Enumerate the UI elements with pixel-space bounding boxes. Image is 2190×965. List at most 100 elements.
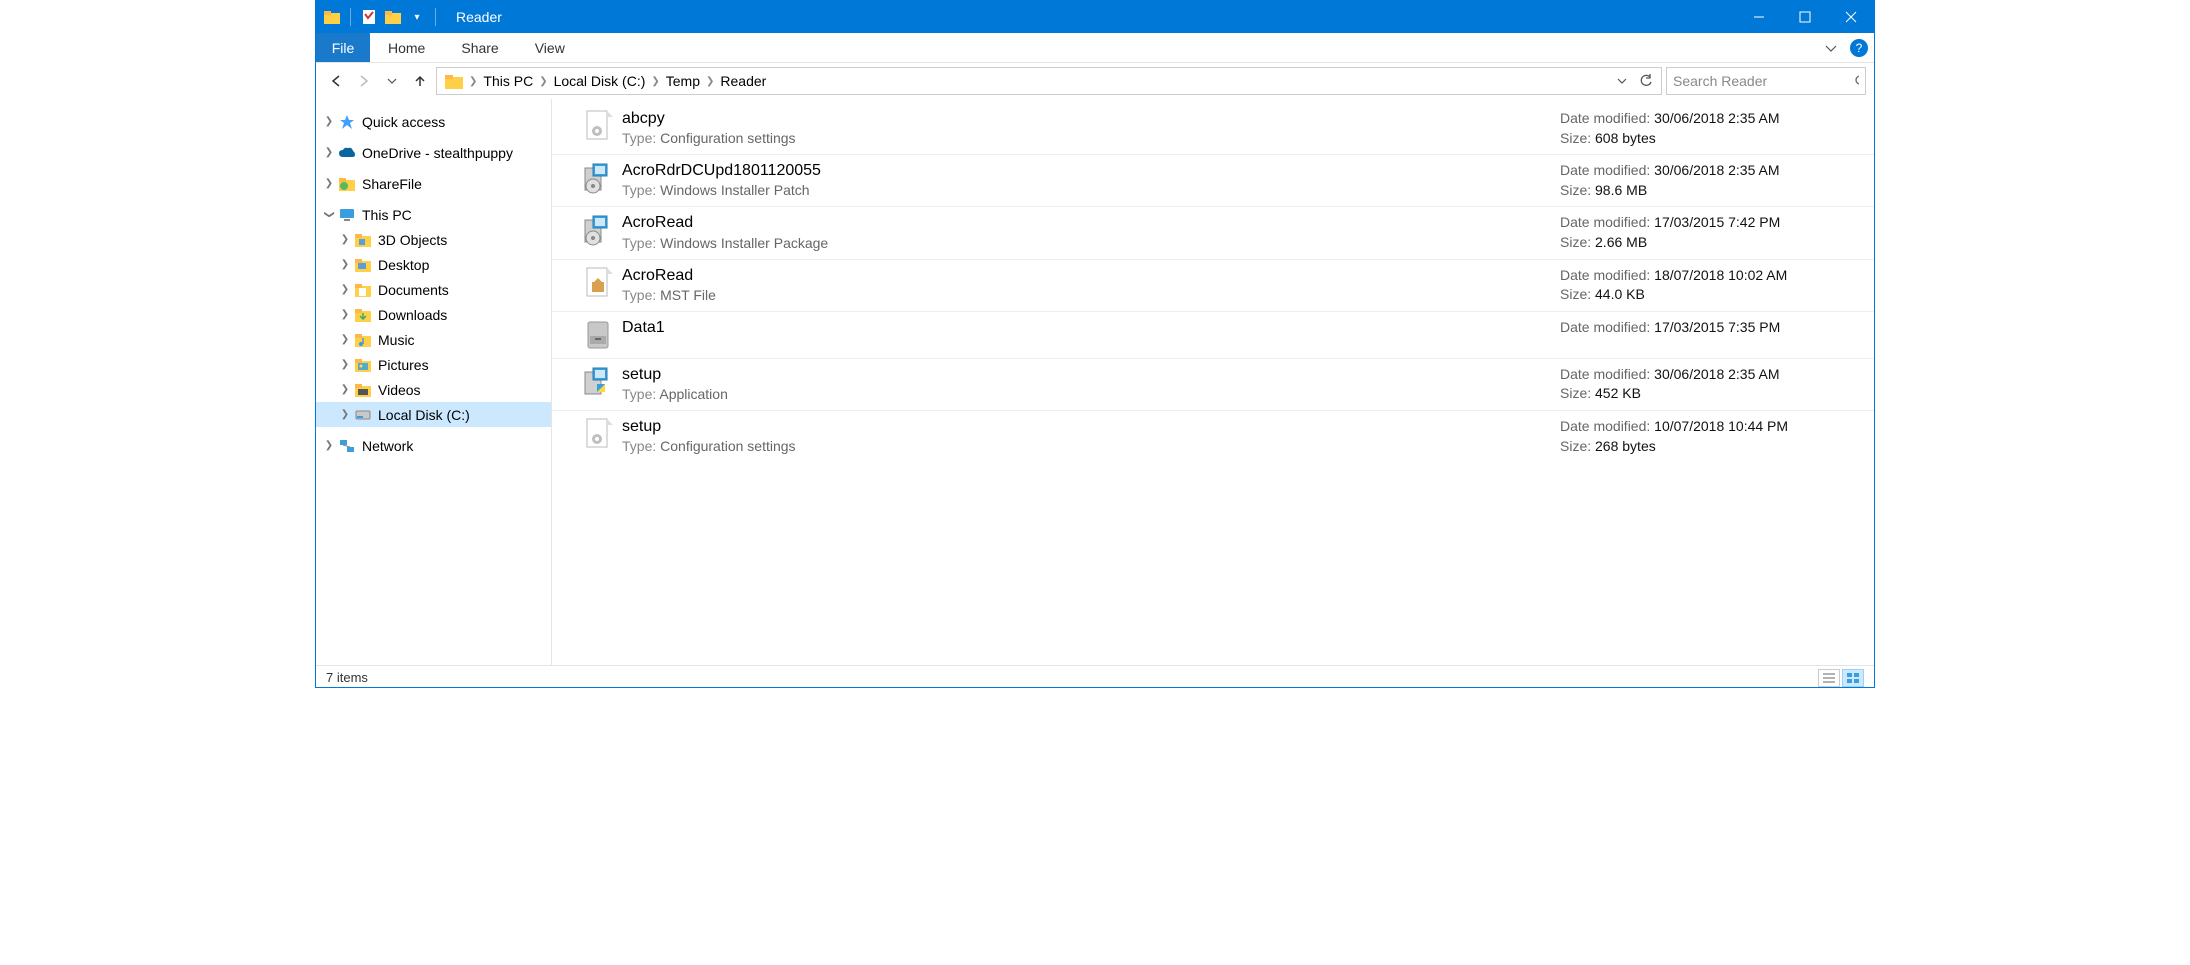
large-icons-view-button[interactable] [1842,669,1864,687]
help-button[interactable]: ? [1850,39,1868,57]
file-icon [582,417,616,451]
recent-locations-button[interactable] [380,69,404,93]
nav-item-music[interactable]: ❯Music [316,327,551,352]
nav-sharefile[interactable]: ❯ ShareFile [316,171,551,196]
file-icon [582,318,616,352]
sharefile-icon [338,175,356,193]
breadcrumb-this-pc[interactable]: This PC [479,73,537,89]
file-type: Type: Application [622,386,1560,402]
chevron-right-icon[interactable]: ❯ [338,234,352,245]
file-name: setup [622,365,1560,384]
chevron-right-icon[interactable]: ❯ [338,409,352,420]
breadcrumb-temp[interactable]: Temp [662,73,704,89]
chevron-right-icon[interactable]: ❯ [338,259,352,270]
nav-item-label: Videos [378,382,421,398]
file-name: AcroRdrDCUpd1801120055 [622,161,1560,180]
minimize-button[interactable] [1736,1,1782,33]
back-button[interactable] [324,69,348,93]
share-tab[interactable]: Share [443,33,516,62]
chevron-right-icon[interactable]: ❯ [322,116,336,127]
nav-item-desktop[interactable]: ❯ Desktop [316,252,551,277]
file-row[interactable]: AcroRdrDCUpd1801120055Type: Windows Inst… [552,155,1874,207]
nav-item-3d-objects[interactable]: ❯3D Objects [316,227,551,252]
file-name: AcroRead [622,266,1560,285]
chevron-right-icon[interactable]: ❯ [338,309,352,320]
properties-icon[interactable] [359,7,379,27]
file-size: Size: 268 bytes [1560,437,1860,457]
nav-item-downloads[interactable]: ❯ Downloads [316,302,551,327]
ribbon-expand-icon[interactable] [1820,37,1842,59]
folder-icon [354,381,372,399]
nav-item-documents[interactable]: ❯Documents [316,277,551,302]
file-icon [582,109,616,143]
cloud-icon [338,144,356,162]
breadcrumb-local-disk[interactable]: Local Disk (C:) [550,73,650,89]
chevron-right-icon[interactable]: ❯ [338,359,352,370]
file-row[interactable]: Data1Date modified: 17/03/2015 7:35 PM [552,312,1874,359]
file-name: AcroRead [622,213,1560,232]
file-name: abcpy [622,109,1560,128]
file-icon [582,365,616,399]
file-row[interactable]: setupType: Configuration settingsDate mo… [552,411,1874,462]
file-row[interactable]: abcpyType: Configuration settingsDate mo… [552,103,1874,155]
nav-item-local-disk-c-[interactable]: ❯Local Disk (C:) [316,402,551,427]
chevron-right-icon[interactable]: ❯ [322,147,336,158]
chevron-down-icon[interactable]: ❯ [324,208,335,222]
chevron-right-icon[interactable]: ❯ [469,76,477,87]
dropdown-icon[interactable]: ▾ [407,7,427,27]
nav-item-label: Pictures [378,357,429,373]
computer-icon [338,206,356,224]
file-size: Size: 608 bytes [1560,129,1860,149]
chevron-right-icon[interactable]: ❯ [338,384,352,395]
nav-onedrive[interactable]: ❯ OneDrive - stealthpuppy [316,140,551,165]
nav-item-label: Downloads [378,307,447,323]
ribbon: File Home Share View ? [316,33,1874,63]
home-tab[interactable]: Home [370,33,443,62]
navigation-pane: ❯ Quick access ❯ OneDrive - stealthpuppy… [316,99,552,665]
file-tab[interactable]: File [316,33,370,62]
folder-icon [383,7,403,27]
nav-item-videos[interactable]: ❯ Videos [316,377,551,402]
address-dropdown-button[interactable] [1611,70,1633,92]
file-size: Size: 452 KB [1560,384,1860,404]
file-row[interactable]: AcroReadType: MST FileDate modified: 18/… [552,260,1874,312]
title-bar: ▾ Reader [316,1,1874,33]
view-tab[interactable]: View [517,33,583,62]
file-name: Data1 [622,318,1560,337]
nav-this-pc[interactable]: ❯ This PC [316,202,551,227]
nav-quick-access[interactable]: ❯ Quick access [316,109,551,134]
nav-item-label: Desktop [378,257,429,273]
window-title: Reader [456,9,502,25]
chevron-right-icon[interactable]: ❯ [322,178,336,189]
refresh-button[interactable] [1635,70,1657,92]
close-button[interactable] [1828,1,1874,33]
forward-button[interactable] [352,69,376,93]
search-icon [1854,74,1859,88]
status-bar: 7 items [316,665,1874,689]
address-bar[interactable]: ❯ This PC ❯ Local Disk (C:) ❯ Temp ❯ Rea… [436,67,1662,95]
file-size: Size: 98.6 MB [1560,181,1860,201]
chevron-right-icon[interactable]: ❯ [338,284,352,295]
file-date: Date modified: 18/07/2018 10:02 AM [1560,266,1860,286]
folder-icon [354,281,372,299]
chevron-right-icon[interactable]: ❯ [539,76,547,87]
file-date: Date modified: 10/07/2018 10:44 PM [1560,417,1860,437]
chevron-right-icon[interactable]: ❯ [338,334,352,345]
file-type: Type: Windows Installer Package [622,235,1560,251]
nav-network[interactable]: ❯ Network [316,433,551,458]
up-button[interactable] [408,69,432,93]
breadcrumb-reader[interactable]: Reader [716,73,770,89]
chevron-right-icon[interactable]: ❯ [706,76,714,87]
chevron-right-icon[interactable]: ❯ [651,76,659,87]
quick-launch: ▾ [316,7,446,27]
nav-item-pictures[interactable]: ❯ Pictures [316,352,551,377]
details-view-button[interactable] [1818,669,1840,687]
search-input[interactable] [1673,73,1854,89]
star-icon [338,113,356,131]
maximize-button[interactable] [1782,1,1828,33]
chevron-right-icon[interactable]: ❯ [322,440,336,451]
file-row[interactable]: AcroReadType: Windows Installer PackageD… [552,207,1874,259]
file-row[interactable]: setupType: ApplicationDate modified: 30/… [552,359,1874,411]
search-box[interactable] [1666,67,1866,95]
file-date: Date modified: 30/06/2018 2:35 AM [1560,109,1860,129]
